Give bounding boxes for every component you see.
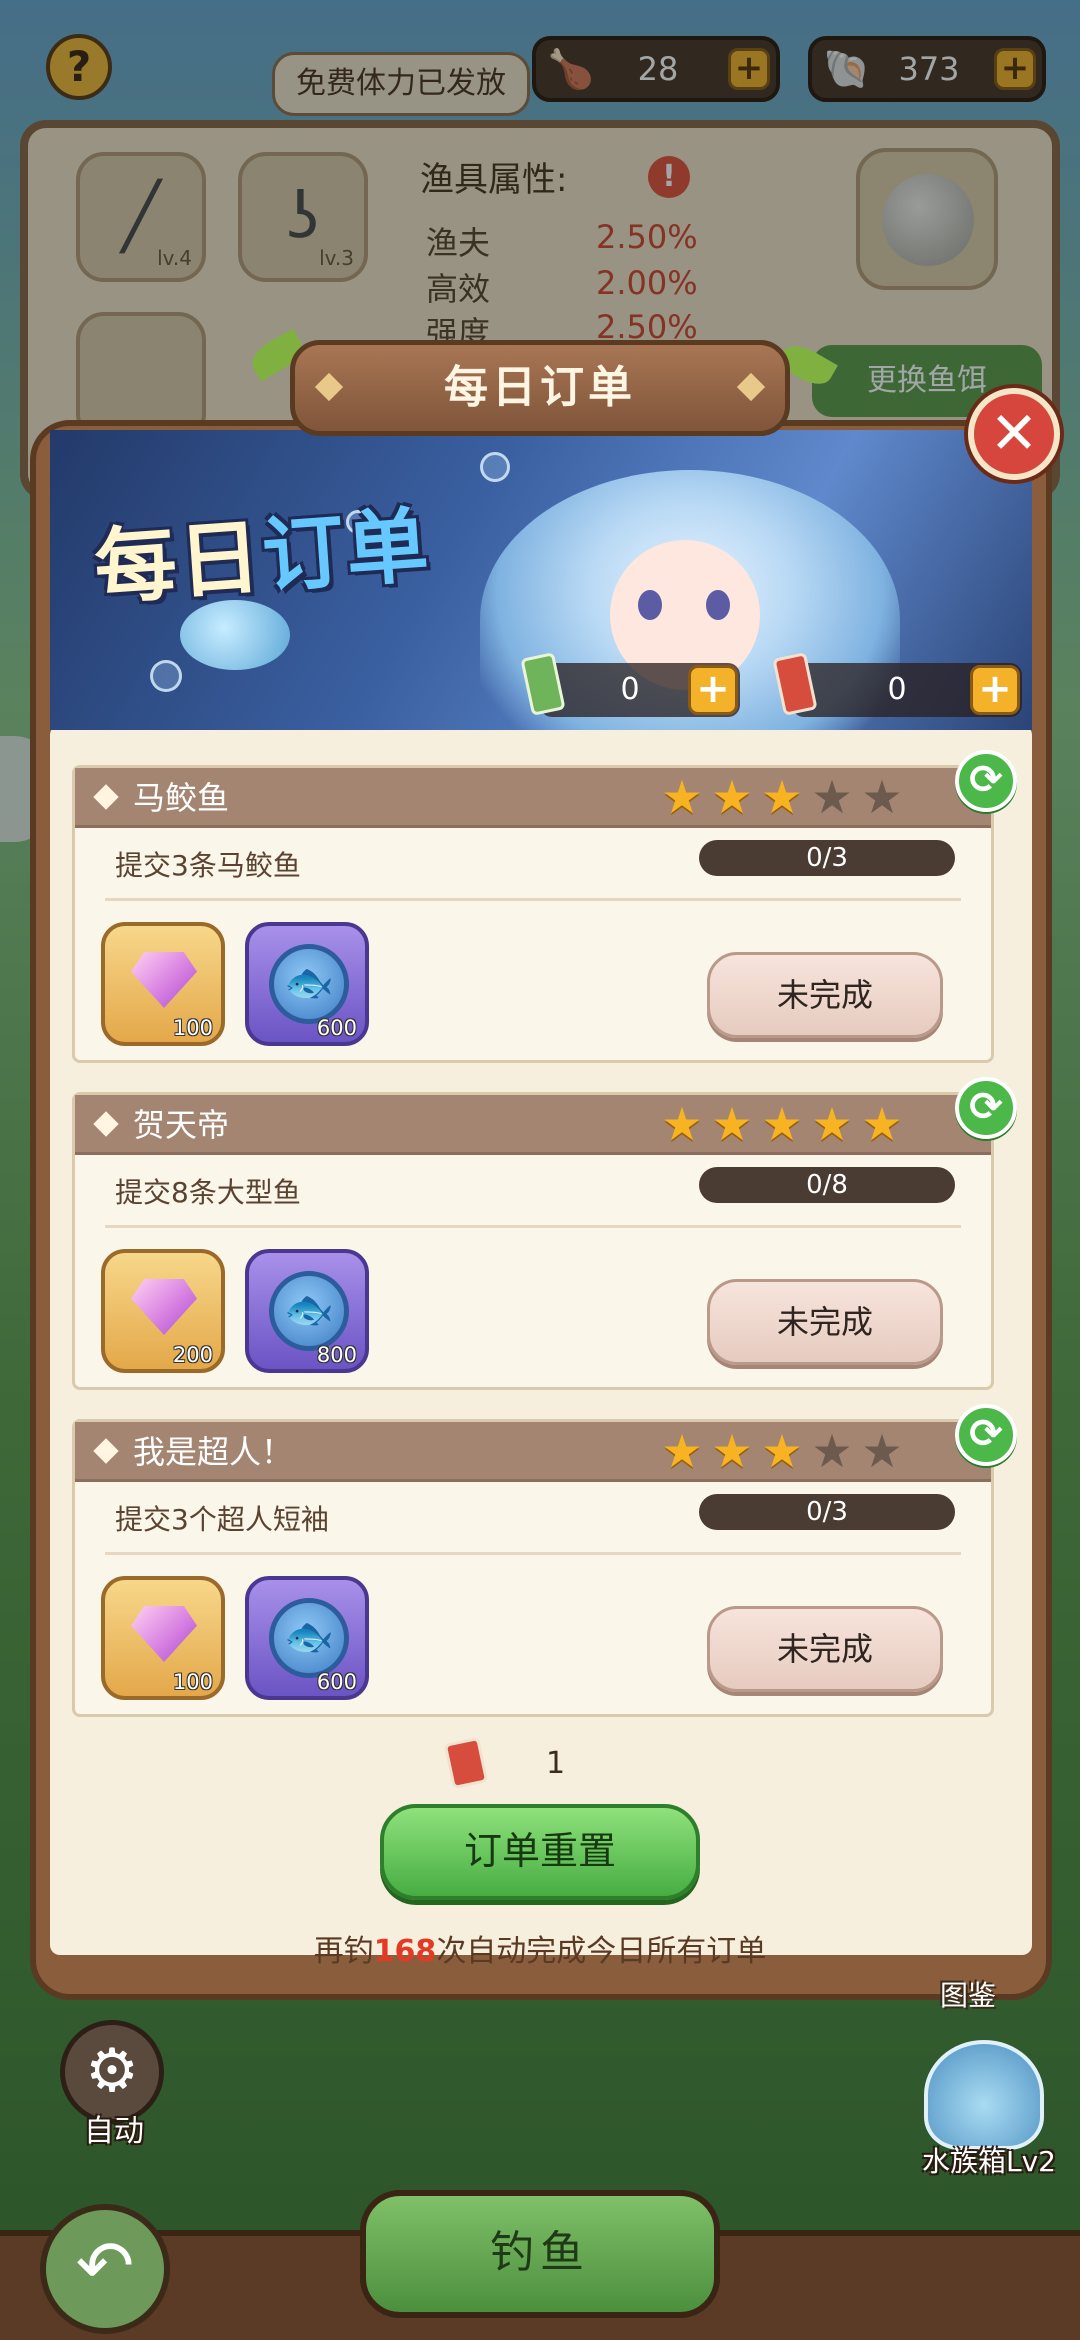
- gem-decoration: [736, 372, 766, 402]
- diamond-icon: [93, 1111, 119, 1137]
- order-card: 贺天帝 ★ ★ ★ ★ ★ ⟳ 提交8条大型鱼 0/8 200 🐟 800 未完成: [72, 1077, 1017, 1390]
- divider: [105, 898, 961, 901]
- dialog-title-text: 每日订单: [444, 362, 636, 413]
- gem-reward[interactable]: 100: [101, 1576, 225, 1700]
- auto-hint-number: 168: [373, 1934, 437, 1969]
- refresh-order-icon[interactable]: ⟳: [955, 1404, 1017, 1466]
- red-ticket-counter: 0 +: [772, 652, 1022, 717]
- star-icon: ★: [761, 1097, 803, 1151]
- star-rating: ★ ★ ★ ★ ★: [659, 774, 909, 824]
- divider: [105, 1552, 961, 1555]
- order-status-button[interactable]: 未完成: [707, 1606, 943, 1692]
- fish-coin-icon: 🐟: [269, 1271, 349, 1351]
- order-task: 提交3条马鲛鱼: [115, 849, 301, 882]
- refresh-order-icon[interactable]: ⟳: [955, 1077, 1017, 1139]
- coin-reward-amount: 800: [316, 1343, 357, 1367]
- auto-complete-hint: 再钓168次自动完成今日所有订单: [0, 1926, 1080, 1970]
- daily-orders-banner: 每日订单 0 + 0 +: [50, 430, 1032, 730]
- add-green-ticket-button[interactable]: +: [688, 665, 738, 715]
- star-icon: ★: [711, 770, 753, 824]
- order-card: 我是超人！ ★ ★ ★ ★ ★ ⟳ 提交3个超人短袖 0/3 100 🐟 600 未完成: [72, 1404, 1017, 1717]
- fish-button[interactable]: 钓鱼: [360, 2190, 720, 2318]
- order-progress: 0/3: [699, 840, 955, 876]
- illustrated-book-label[interactable]: 图鉴: [940, 1974, 996, 2014]
- fish-tank-label[interactable]: 水族箱Lv2: [904, 2140, 1074, 2180]
- order-card: 马鲛鱼 ★ ★ ★ ★ ★ ⟳ 提交3条马鲛鱼 0/3 100 🐟 600 未完成: [72, 750, 1017, 1063]
- star-icon: ★: [661, 1424, 703, 1478]
- green-ticket-counter: 0 +: [520, 652, 740, 717]
- add-red-ticket-button[interactable]: +: [970, 665, 1020, 715]
- diamond-icon: [93, 784, 119, 810]
- fish-coin-icon: 🐟: [269, 1598, 349, 1678]
- gem-reward-amount: 200: [172, 1343, 213, 1367]
- order-header: 我是超人！ ★ ★ ★ ★ ★: [75, 1422, 991, 1482]
- star-icon: ★: [811, 1097, 853, 1151]
- coin-reward-amount: 600: [316, 1016, 357, 1040]
- character-eye: [706, 590, 730, 620]
- star-icon: ★: [861, 770, 903, 824]
- order-progress: 0/3: [699, 1494, 955, 1530]
- bubble-icon: [480, 452, 510, 482]
- auto-hint-prefix: 再钓: [313, 1934, 374, 1969]
- red-ticket-value: 0: [887, 672, 907, 707]
- back-arrow-icon[interactable]: ↶: [40, 2204, 170, 2334]
- star-icon: ★: [711, 1424, 753, 1478]
- star-icon: ★: [861, 1424, 903, 1478]
- gem-reward[interactable]: 200: [101, 1249, 225, 1373]
- divider: [105, 1225, 961, 1228]
- star-icon: ★: [861, 1097, 903, 1151]
- bubble-icon: [150, 660, 182, 692]
- reset-ticket-count: 1: [546, 1746, 566, 1781]
- star-icon: ★: [711, 1097, 753, 1151]
- order-header: 马鲛鱼 ★ ★ ★ ★ ★: [75, 768, 991, 828]
- refresh-order-icon[interactable]: ⟳: [955, 750, 1017, 812]
- coin-reward[interactable]: 🐟 800: [245, 1249, 369, 1373]
- auto-label[interactable]: 自动: [62, 2106, 166, 2150]
- order-progress: 0/8: [699, 1167, 955, 1203]
- order-name: 贺天帝: [133, 1106, 230, 1144]
- order-task: 提交3个超人短袖: [115, 1503, 329, 1536]
- coin-reward[interactable]: 🐟 600: [245, 922, 369, 1046]
- star-icon: ★: [661, 1097, 703, 1151]
- star-icon: ★: [661, 770, 703, 824]
- green-ticket-value: 0: [620, 672, 640, 707]
- diamond-gem-icon: [131, 1279, 197, 1335]
- order-status-button[interactable]: 未完成: [707, 952, 943, 1038]
- close-button[interactable]: ✕: [968, 388, 1060, 480]
- gem-reward-amount: 100: [172, 1016, 213, 1040]
- banner-title-part1: 每日: [91, 509, 266, 617]
- coin-reward-amount: 600: [316, 1670, 357, 1694]
- gem-decoration: [314, 372, 344, 402]
- order-task: 提交8条大型鱼: [115, 1176, 301, 1209]
- coin-reward[interactable]: 🐟 600: [245, 1576, 369, 1700]
- order-status-button[interactable]: 未完成: [707, 1279, 943, 1365]
- banner-title: 每日订单: [90, 475, 488, 628]
- fish-tank-icon[interactable]: [924, 2040, 1044, 2150]
- star-icon: ★: [811, 1424, 853, 1478]
- diamond-gem-icon: [131, 952, 197, 1008]
- auto-hint-suffix: 次自动完成今日所有订单: [436, 1934, 767, 1969]
- character-eye: [638, 590, 662, 620]
- star-rating: ★ ★ ★ ★ ★: [659, 1101, 909, 1151]
- star-icon: ★: [761, 770, 803, 824]
- dialog-title: 每日订单: [290, 340, 790, 436]
- star-icon: ★: [811, 770, 853, 824]
- gem-reward-amount: 100: [172, 1670, 213, 1694]
- order-header: 贺天帝 ★ ★ ★ ★ ★: [75, 1095, 991, 1155]
- order-name: 马鲛鱼: [133, 779, 230, 817]
- reset-orders-button[interactable]: 订单重置: [380, 1804, 700, 1900]
- diamond-gem-icon: [131, 1606, 197, 1662]
- star-rating: ★ ★ ★ ★ ★: [659, 1428, 909, 1478]
- diamond-icon: [93, 1438, 119, 1464]
- fish-coin-icon: 🐟: [269, 944, 349, 1024]
- gem-reward[interactable]: 100: [101, 922, 225, 1046]
- order-name: 我是超人！: [133, 1433, 294, 1471]
- banner-title-part2: 订单: [259, 498, 434, 605]
- star-icon: ★: [761, 1424, 803, 1478]
